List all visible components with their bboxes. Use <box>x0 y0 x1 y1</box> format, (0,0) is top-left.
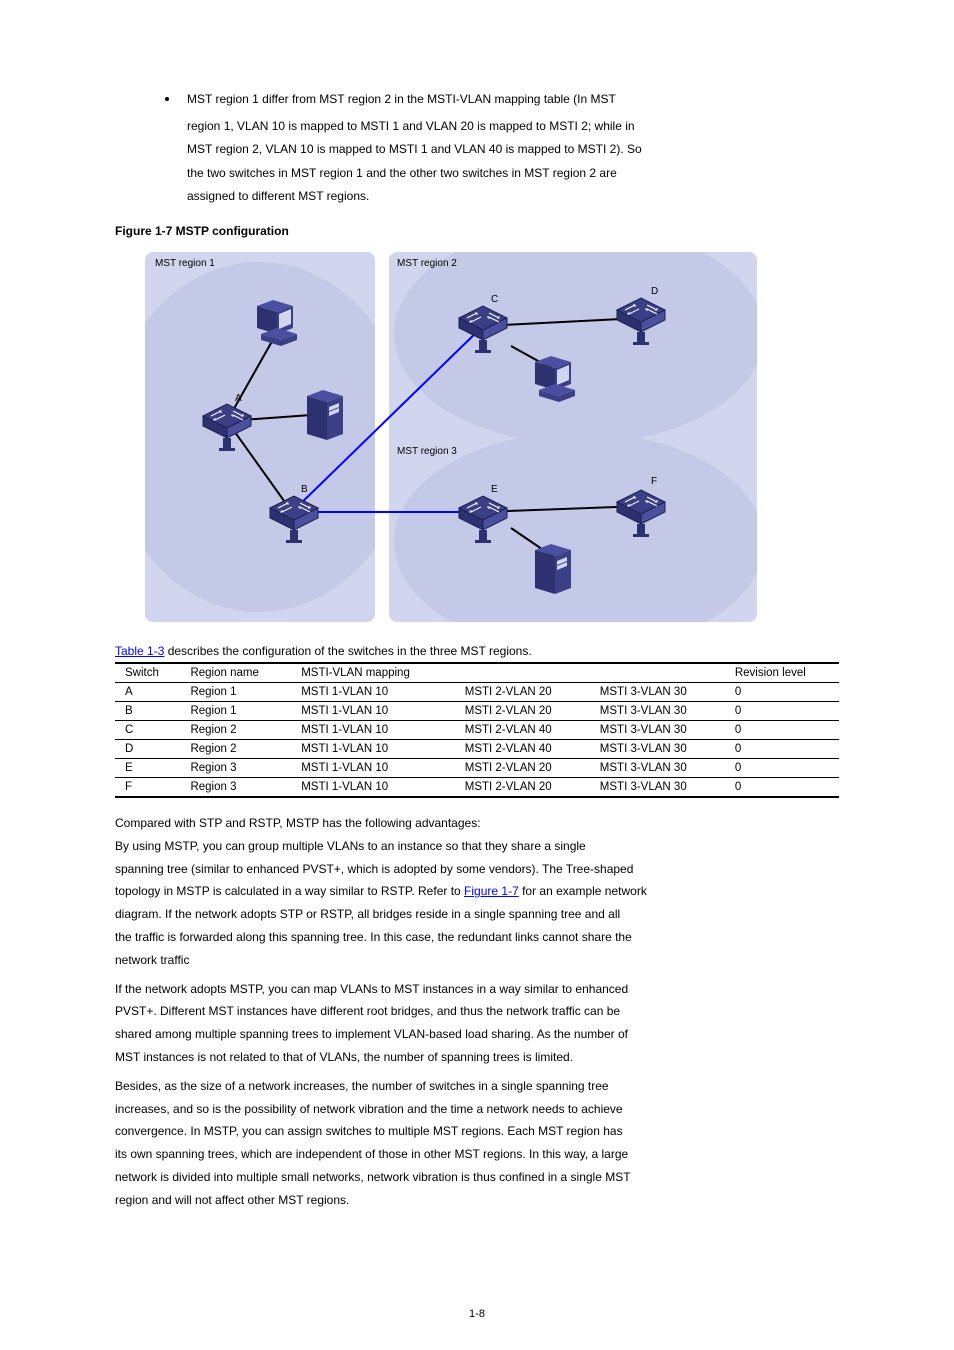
switch-f-icon <box>617 490 665 537</box>
th-blank1 <box>455 663 590 683</box>
body-paragraphs: Compared with STP and RSTP, MSTP has the… <box>115 812 839 1212</box>
para-text: for an example network <box>519 884 647 898</box>
table-row: BRegion 1MSTI 1-VLAN 10MSTI 2-VLAN 20MST… <box>115 701 839 720</box>
para-line: the traffic is forwarded along this span… <box>115 926 839 949</box>
figure-link[interactable]: Figure 1-7 <box>464 884 519 898</box>
switch-d-icon <box>617 298 665 345</box>
para-line: network is divided into multiple small n… <box>115 1166 839 1189</box>
label-c: C <box>491 294 498 305</box>
para-line: increases, and so is the possibility of … <box>115 1098 839 1121</box>
label-region3: MST region 3 <box>397 446 457 457</box>
para-line: network traffic <box>115 949 839 972</box>
table-row: ARegion 1MSTI 1-VLAN 10MSTI 2-VLAN 20MST… <box>115 682 839 701</box>
table-link[interactable]: Table 1-3 <box>115 644 164 658</box>
table-row: CRegion 2MSTI 1-VLAN 10MSTI 2-VLAN 40MST… <box>115 720 839 739</box>
computer-r1-icon <box>257 300 297 346</box>
para-line: topology in MSTP is calculated in a way … <box>115 880 839 903</box>
para-text: topology in MSTP is calculated in a way … <box>115 884 464 898</box>
label-region2: MST region 2 <box>397 258 457 269</box>
th-rev: Revision level <box>725 663 839 683</box>
table-caption: Table 1-3 describes the configuration of… <box>115 644 839 658</box>
server-r1-icon <box>307 390 343 440</box>
th-blank2 <box>590 663 725 683</box>
para-line: diagram. If the network adopts STP or RS… <box>115 903 839 926</box>
para-line: region and will not affect other MST reg… <box>115 1189 839 1212</box>
bullet-line: MST region 2, VLAN 10 is mapped to MSTI … <box>187 140 839 159</box>
table-header-row: Switch Region name MSTI-VLAN mapping Rev… <box>115 663 839 683</box>
para-line: If the network adopts MSTP, you can map … <box>115 978 839 1001</box>
diagram-svg <box>115 246 835 628</box>
table-row: FRegion 3MSTI 1-VLAN 10MSTI 2-VLAN 20MST… <box>115 777 839 797</box>
table-row: DRegion 2MSTI 1-VLAN 10MSTI 2-VLAN 40MST… <box>115 739 839 758</box>
bullet-line: assigned to different MST regions. <box>187 187 839 206</box>
network-diagram: A B C D E F MST region 1 MST region 2 MS… <box>115 246 839 626</box>
table-caption-text: describes the configuration of the switc… <box>164 644 531 658</box>
label-b: B <box>301 484 308 495</box>
bullet-line: region 1, VLAN 10 is mapped to MSTI 1 an… <box>187 117 839 136</box>
para-line: shared among multiple spanning trees to … <box>115 1023 839 1046</box>
para-line: Besides, as the size of a network increa… <box>115 1075 839 1098</box>
label-f: F <box>651 476 657 487</box>
bullet-line: the two switches in MST region 1 and the… <box>187 164 839 183</box>
para-line: PVST+. Different MST instances have diff… <box>115 1000 839 1023</box>
bullet-dot-icon <box>165 97 169 101</box>
switch-e-icon <box>459 496 507 543</box>
th-region: Region name <box>180 663 291 683</box>
mst-region-diff-bullet: MST region 1 differ from MST region 2 in… <box>165 90 839 109</box>
switch-b-icon <box>270 496 318 543</box>
th-switch: Switch <box>115 663 180 683</box>
th-mapping: MSTI-VLAN mapping <box>291 663 455 683</box>
para-line: MST instances is not related to that of … <box>115 1046 839 1069</box>
para-line: Compared with STP and RSTP, MSTP has the… <box>115 812 839 835</box>
para-line: its own spanning trees, which are indepe… <box>115 1143 839 1166</box>
table-row: ERegion 3MSTI 1-VLAN 10MSTI 2-VLAN 20MST… <box>115 758 839 777</box>
figure-caption: Figure 1-7 MSTP configuration <box>115 224 839 238</box>
bullet-line: MST region 1 differ from MST region 2 in… <box>187 92 616 106</box>
label-a: A <box>235 393 242 404</box>
switch-c-icon <box>459 306 507 353</box>
page-number: 1-8 <box>0 1308 954 1320</box>
computer-r2-icon <box>535 356 575 402</box>
bullet-text: MST region 1 differ from MST region 2 in… <box>187 90 616 109</box>
label-d: D <box>651 286 658 297</box>
para-line: spanning tree (similar to enhanced PVST+… <box>115 858 839 881</box>
config-table: Switch Region name MSTI-VLAN mapping Rev… <box>115 662 839 798</box>
para-line: convergence. In MSTP, you can assign swi… <box>115 1120 839 1143</box>
label-region1: MST region 1 <box>155 258 215 269</box>
label-e: E <box>491 484 498 495</box>
para-line: By using MSTP, you can group multiple VL… <box>115 835 839 858</box>
server-r3-icon <box>535 544 571 594</box>
